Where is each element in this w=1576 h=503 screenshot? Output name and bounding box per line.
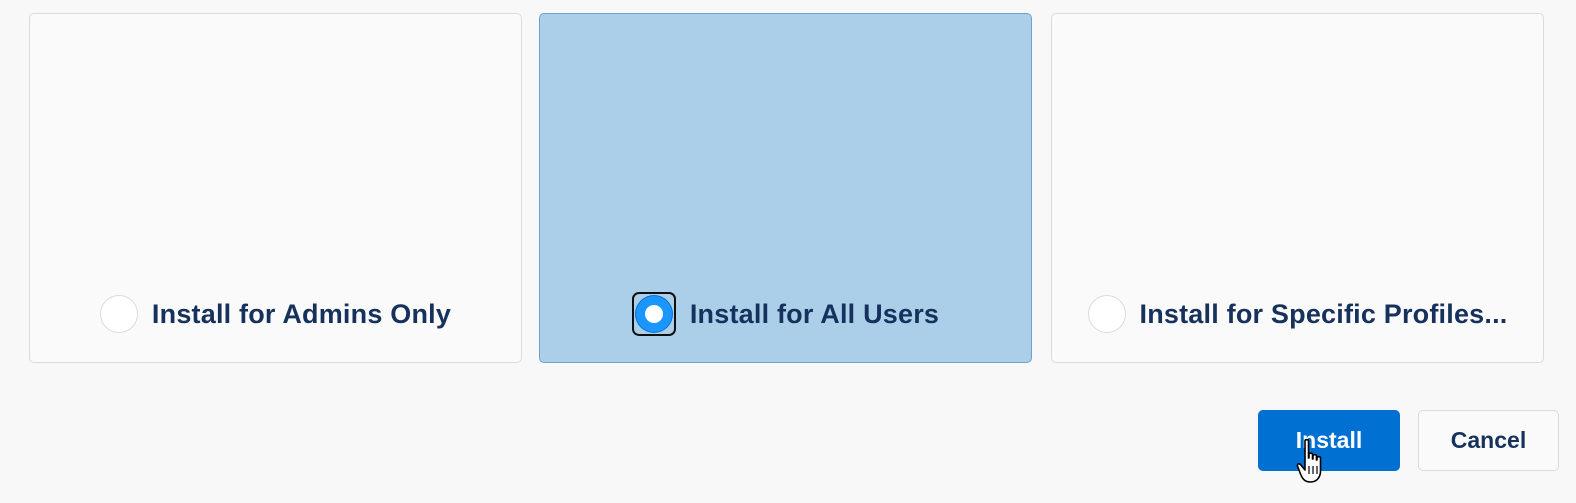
cancel-button[interactable]: Cancel — [1418, 410, 1559, 471]
install-option-admins-only[interactable]: Install for Admins Only — [29, 13, 522, 363]
install-option-specific-profiles[interactable]: Install for Specific Profiles... — [1051, 13, 1544, 363]
radio-specific-profiles[interactable] — [1087, 295, 1126, 333]
radio-admins-only[interactable] — [99, 295, 138, 333]
radio-row[interactable]: Install for Admins Only — [30, 292, 521, 336]
radio-all-users[interactable] — [635, 296, 672, 332]
radio-row[interactable]: Install for Specific Profiles... — [1052, 292, 1543, 336]
radio-row[interactable]: Install for All Users — [540, 292, 1031, 336]
radio-label-admins-only: Install for Admins Only — [151, 298, 452, 329]
radio-label-all-users: Install for All Users — [689, 298, 940, 329]
radio-label-specific-profiles: Install for Specific Profiles... — [1139, 298, 1508, 329]
install-button[interactable]: Install — [1258, 410, 1400, 471]
radio-focus-ring — [631, 292, 676, 336]
install-option-all-users[interactable]: Install for All Users — [539, 13, 1032, 363]
